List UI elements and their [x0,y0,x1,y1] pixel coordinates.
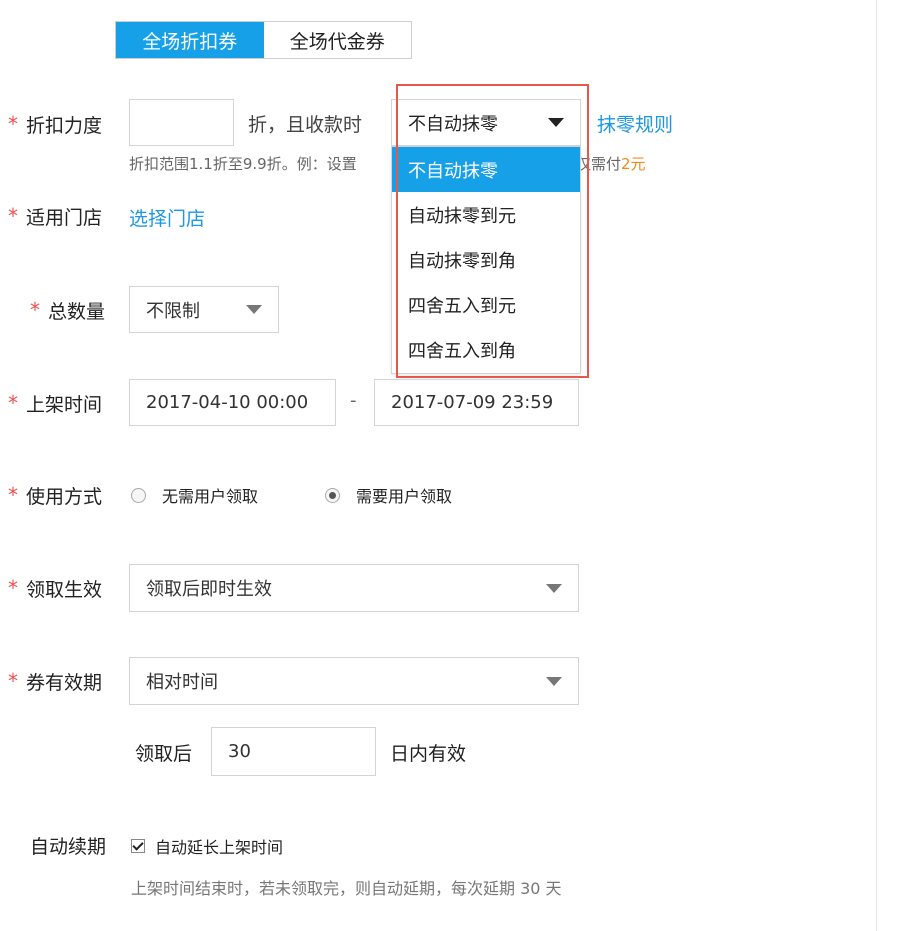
quantity-select-value: 不限制 [146,300,200,322]
auto-renew-hint: 上架时间结束时，若未领取完，则自动延期，每次延期 30 天 [131,879,562,898]
usage-label-text: 使用方式 [26,485,103,508]
rounding-rules-link[interactable]: 抹零规则 [597,110,673,137]
radio-unchecked-icon [131,487,146,503]
tab-cash-coupon[interactable]: 全场代金券 [264,22,412,58]
store-label-text: 适用门店 [26,206,103,229]
effective-select[interactable]: 领取后即时生效 [129,564,579,612]
radio-checked-icon [325,487,340,503]
effective-label-text: 领取生效 [26,578,103,601]
discount-unit-text: 折，且收款时 [248,114,363,136]
checkbox-checked-icon [131,839,145,853]
usage-option-label: 需要用户领取 [356,487,453,506]
validity-select[interactable]: 相对时间 [129,657,579,705]
validity-suffix: 日内有效 [390,743,467,765]
required-mark: * [8,112,18,136]
required-mark: * [30,298,40,322]
discount-label: * 折扣力度 [8,110,102,138]
effective-select-value: 领取后即时生效 [146,579,272,600]
required-mark: * [8,576,18,600]
right-divider [876,0,877,931]
listing-start-input[interactable]: 2017-04-10 00:00 [129,379,336,426]
select-store-link[interactable]: 选择门店 [129,204,205,231]
highlight-box [396,84,589,378]
usage-option-need-claim[interactable]: 需要用户领取 [325,484,452,506]
discount-input[interactable] [129,99,234,146]
validity-select-value: 相对时间 [146,672,218,693]
quantity-label: * 总数量 [30,296,105,324]
validity-label-text: 券有效期 [26,671,103,694]
chevron-down-icon [546,583,562,593]
discount-hint-amount: 2元 [621,155,646,173]
listing-time-label: * 上架时间 [8,389,102,417]
auto-renew-label: 自动续期 [30,835,107,858]
usage-label: * 使用方式 [8,481,102,509]
chevron-down-icon [246,305,262,314]
validity-label: * 券有效期 [8,667,102,695]
discount-hint-text: 折扣范围1.1折至9.9折。例：设置 [129,155,357,173]
validity-prefix: 领取后 [135,743,193,765]
required-mark: * [8,483,18,507]
auto-renew-checkbox-label: 自动延长上架时间 [155,838,284,857]
listing-end-input[interactable]: 2017-07-09 23:59 [374,379,579,426]
effective-label: * 领取生效 [8,574,102,602]
quantity-label-text: 总数量 [48,300,106,323]
store-label: * 适用门店 [8,202,102,230]
quantity-select[interactable]: 不限制 [129,286,279,333]
validity-days-input[interactable]: 30 [211,727,376,776]
required-mark: * [8,669,18,693]
auto-renew-checkbox[interactable]: 自动延长上架时间 [131,835,283,857]
listing-end-value: 2017-07-09 23:59 [391,392,554,413]
usage-option-label: 无需用户领取 [162,487,259,506]
coupon-type-tabs: 全场折扣券 全场代金券 [115,21,412,59]
discount-hint: 折扣范围1.1折至9.9折。例：设置 [129,153,357,174]
required-mark: * [8,204,18,228]
listing-time-label-text: 上架时间 [26,393,103,416]
validity-days-value: 30 [228,741,251,762]
discount-label-text: 折扣力度 [26,114,103,137]
listing-start-value: 2017-04-10 00:00 [146,392,309,413]
date-separator: - [350,390,357,411]
usage-option-no-claim[interactable]: 无需用户领取 [131,484,258,506]
required-mark: * [8,391,18,415]
chevron-down-icon [546,676,562,686]
tab-discount-coupon[interactable]: 全场折扣券 [116,22,264,58]
